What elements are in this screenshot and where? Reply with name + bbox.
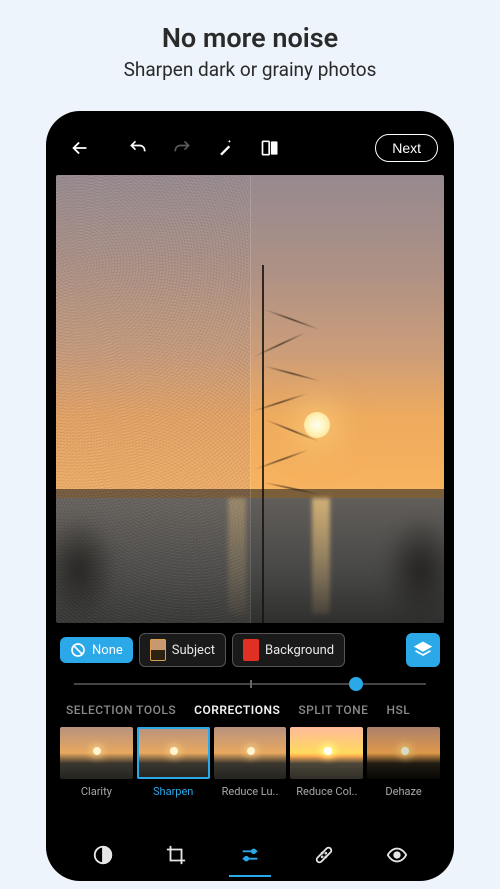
nav-crop[interactable] (149, 835, 203, 875)
filter-reduce-color[interactable]: Reduce Col.. (290, 727, 363, 798)
tab-corrections[interactable]: CORRECTIONS (194, 703, 280, 717)
filter-label: Clarity (81, 785, 112, 798)
tab-selection-tools[interactable]: SELECTION TOOLS (66, 703, 176, 717)
undo-icon (128, 138, 148, 158)
back-arrow-icon (69, 137, 91, 159)
filter-dehaze[interactable]: Dehaze (367, 727, 440, 798)
nav-redeye[interactable] (370, 835, 424, 875)
layers-icon (413, 640, 433, 660)
compare-button[interactable] (252, 130, 288, 166)
mask-none-chip[interactable]: None (60, 637, 133, 663)
crop-icon (165, 844, 187, 866)
filter-label: Sharpen (153, 785, 193, 798)
next-button[interactable]: Next (375, 134, 438, 162)
bottom-nav (56, 831, 444, 881)
back-button[interactable] (62, 130, 98, 166)
nav-retouch[interactable] (297, 835, 351, 875)
mask-subject-chip[interactable]: Subject (139, 633, 226, 667)
background-thumb-icon (243, 639, 259, 661)
filter-thumbnails: Clarity Sharpen Reduce Lu.. Reduce Col..… (56, 725, 444, 798)
sliders-icon (239, 844, 261, 866)
redo-icon (172, 138, 192, 158)
none-icon (70, 642, 86, 658)
mask-background-chip[interactable]: Background (232, 633, 345, 667)
split-divider[interactable] (250, 175, 251, 623)
category-tabs: SELECTION TOOLS CORRECTIONS SPLIT TONE H… (56, 693, 444, 725)
foreground-plant (242, 265, 282, 623)
image-preview[interactable] (56, 175, 444, 623)
mask-selector-row: None Subject Background (56, 623, 444, 667)
mask-subject-label: Subject (172, 643, 215, 658)
tab-hsl[interactable]: HSL (386, 703, 410, 717)
filter-label: Dehaze (385, 785, 421, 798)
mask-background-label: Background (265, 643, 334, 658)
nav-looks[interactable] (76, 835, 130, 875)
magic-wand-icon (216, 138, 236, 158)
filter-sharpen[interactable]: Sharpen (137, 727, 210, 798)
before-half (56, 175, 250, 623)
phone-notch (190, 111, 310, 125)
promo-subtitle: Sharpen dark or grainy photos (124, 58, 377, 81)
compare-icon (260, 138, 280, 158)
tab-split-tone[interactable]: SPLIT TONE (298, 703, 368, 717)
filter-label: Reduce Col.. (296, 785, 357, 798)
eye-icon (386, 844, 408, 866)
intensity-slider[interactable] (56, 667, 444, 693)
mask-none-label: None (92, 643, 123, 658)
redo-button[interactable] (164, 130, 200, 166)
auto-enhance-button[interactable] (208, 130, 244, 166)
phone-frame: Next (46, 111, 454, 881)
contrast-circle-icon (92, 844, 114, 866)
nav-adjust[interactable] (223, 835, 277, 875)
subject-thumb-icon (150, 639, 166, 661)
filter-reduce-luminance[interactable]: Reduce Lu.. (214, 727, 287, 798)
filter-clarity[interactable]: Clarity (60, 727, 133, 798)
bandage-icon (313, 844, 335, 866)
undo-button[interactable] (120, 130, 156, 166)
layers-button[interactable] (406, 633, 440, 667)
filter-label: Reduce Lu.. (222, 785, 279, 798)
top-toolbar: Next (56, 125, 444, 171)
promo-title: No more noise (162, 22, 338, 54)
slider-thumb[interactable] (349, 677, 363, 691)
